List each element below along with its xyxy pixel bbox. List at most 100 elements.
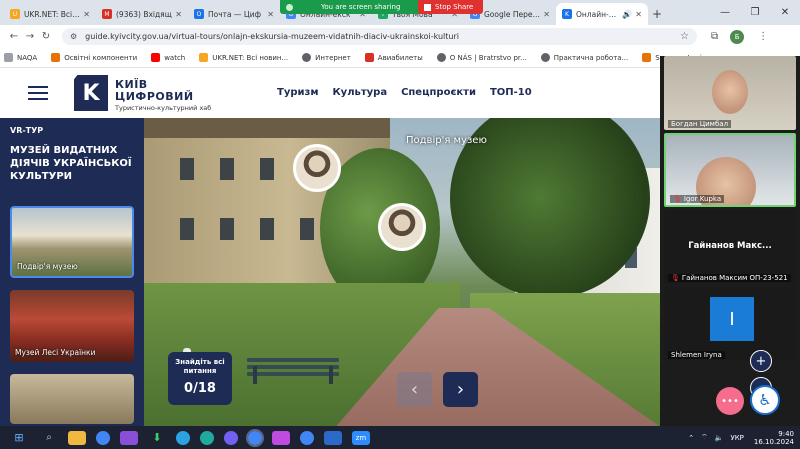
volume-icon[interactable]: 🔈 [715, 434, 724, 442]
prev-scene-button[interactable]: ‹ [397, 372, 432, 407]
scene-card-label: Подвір'я музею [17, 262, 78, 271]
download-icon[interactable]: ⬇ [148, 431, 166, 445]
search-icon[interactable]: ⌕ [40, 431, 58, 445]
network-icon[interactable]: ⌔ [701, 433, 708, 442]
close-window-icon[interactable]: ✕ [770, 0, 800, 25]
nav-item-top10[interactable]: ТОП-10 [490, 87, 532, 98]
zoom-app-icon[interactable]: zm [352, 430, 370, 445]
url-text: guide.kyivcity.gov.ua/virtual-tours/onla… [85, 32, 459, 41]
restore-icon[interactable]: ❐ [740, 0, 770, 25]
bookmark-item[interactable]: Освітні компоненти [51, 53, 137, 62]
forward-icon[interactable]: → [22, 31, 38, 42]
participant-tile[interactable]: Гайнанов Макс... 🎙 Гайнанов Максим ОП-23-… [664, 210, 796, 284]
main-nav: Туризм Культура Спецпроєкти ТОП-10 [277, 87, 546, 98]
tab-favicon: M [102, 9, 112, 19]
nav-item-special[interactable]: Спецпроєкти [401, 87, 476, 98]
vr-tour-tag: VR-ТУР [10, 126, 44, 135]
muted-mic-icon: 🎙 [671, 274, 680, 282]
language-indicator[interactable]: УКР [730, 434, 743, 442]
viber-icon[interactable] [224, 430, 238, 445]
quest-label: Знайдіть всі питання [175, 358, 225, 375]
browser-tab[interactable]: O Почта — Циф ✕ [188, 3, 280, 25]
chat-bubble-icon[interactable]: ••• [716, 387, 744, 415]
close-icon[interactable]: ✕ [175, 10, 182, 19]
minimize-icon[interactable]: — [710, 0, 740, 25]
scene-card-lesya-ukrainka[interactable]: Музей Лесі Українки [10, 290, 134, 362]
tab-label: (9363) Вхідящ [116, 9, 172, 19]
clock[interactable]: 9:40 16.10.2024 [754, 430, 794, 446]
word-icon[interactable] [324, 430, 342, 445]
bookmark-item[interactable]: Интернет [302, 53, 351, 62]
bookmark-item[interactable]: UKR.NET: Всі новин... [199, 53, 288, 62]
file-explorer-icon[interactable] [68, 430, 86, 445]
participant-name: Богдан Цимбал [668, 120, 732, 128]
windows-start-icon[interactable]: ⊞ [8, 431, 30, 444]
speaker-icon[interactable]: 🔊 [622, 10, 632, 19]
quest-counter[interactable]: Знайдіть всі питання 0/18 [168, 352, 232, 405]
portrait-hotspot[interactable] [378, 203, 426, 251]
tab-label: Почта — Циф [208, 9, 262, 19]
globe-icon [436, 53, 446, 62]
nav-item-culture[interactable]: Культура [333, 87, 388, 98]
bookmark-favicon [199, 53, 209, 62]
browser-tab[interactable]: U UKR.NET: Всі но ✕ [4, 3, 96, 25]
chrome-profile-icon[interactable] [246, 428, 264, 447]
bookmark-item[interactable]: Авиабилеты [364, 53, 423, 62]
profile-avatar[interactable]: Б [730, 29, 745, 44]
chrome-icon[interactable] [300, 430, 314, 445]
portrait-hotspot[interactable] [293, 144, 341, 192]
clock-date: 16.10.2024 [753, 437, 794, 446]
app-icon[interactable] [120, 430, 138, 445]
stop-share-button[interactable]: Stop Share [418, 0, 484, 14]
bookmark-item[interactable]: О NÁS | Bratrstvo pr... [436, 53, 527, 62]
telegram-icon[interactable] [176, 430, 190, 445]
tab-favicon: U [10, 9, 20, 19]
screen-share-banner: You are screen sharing [280, 0, 427, 14]
brand-tagline: Туристично-культурний хаб [115, 104, 212, 112]
hamburger-menu-icon[interactable] [28, 86, 48, 100]
close-icon[interactable]: ✕ [267, 10, 274, 19]
quest-count: 0/18 [184, 381, 216, 396]
zoom-in-button[interactable]: + [750, 350, 772, 372]
participant-name: 🎙 Igor Kupka [670, 195, 725, 203]
site-info-icon[interactable]: ⚙ [70, 32, 77, 41]
chevron-up-icon[interactable]: ⌃ [688, 434, 694, 442]
bookmark-item[interactable]: watch [151, 53, 185, 62]
participant-tile[interactable]: I Shlemen Iryna [664, 287, 796, 361]
scene-card-courtyard[interactable]: Подвір'я музею [10, 206, 134, 278]
brand-name-line2: ЦИФРОВИЙ [115, 90, 194, 103]
edge-icon[interactable] [200, 430, 214, 445]
scene-card[interactable] [10, 374, 134, 424]
participant-tile[interactable]: Богдан Цимбал [664, 56, 796, 130]
url-input[interactable]: ⚙ guide.kyivcity.gov.ua/virtual-tours/on… [62, 28, 697, 45]
menu-kebab-icon[interactable]: ⋮ [758, 31, 768, 42]
participant-tile-active-speaker[interactable]: 🎙 Igor Kupka [664, 133, 796, 207]
extensions-icon[interactable]: ⧉ [711, 31, 718, 42]
browser-tab-active[interactable]: K Онлайн-екс 🔊 ✕ [556, 3, 648, 25]
virtual-tour-viewer[interactable]: Подвір'я музею VR-ТУР МУЗЕЙ ВИДАТНИХ ДІЯ… [0, 118, 660, 426]
close-icon[interactable]: ✕ [635, 10, 642, 19]
chrome-icon[interactable] [96, 430, 110, 445]
site-logo[interactable]: K [74, 75, 108, 111]
accessibility-icon[interactable]: ♿ [750, 385, 780, 415]
participant-name: 🎙 Гайнанов Максим ОП-23-521 [668, 274, 791, 282]
muted-mic-icon: 🎙 [673, 195, 682, 203]
bookmark-star-icon[interactable]: ☆ [680, 31, 689, 42]
tab-favicon: O [194, 9, 204, 19]
new-tab-button[interactable]: + [648, 3, 666, 25]
bookmark-item[interactable]: NAQA [4, 53, 37, 62]
scopus-icon [642, 53, 652, 62]
bookmark-item[interactable]: Практична робота... [540, 53, 628, 62]
stop-icon [424, 3, 431, 11]
next-scene-button[interactable]: › [443, 372, 478, 407]
share-status-icon [286, 3, 293, 11]
close-icon[interactable]: ✕ [83, 10, 90, 19]
bench [247, 358, 339, 384]
app-icon[interactable] [272, 430, 290, 445]
nav-item-tourism[interactable]: Туризм [277, 87, 319, 98]
back-icon[interactable]: ← [6, 31, 22, 42]
reload-icon[interactable]: ↻ [38, 31, 54, 42]
participant-display-name: Гайнанов Макс... [688, 241, 772, 251]
close-icon[interactable]: ✕ [543, 10, 550, 19]
browser-tab[interactable]: M (9363) Вхідящ ✕ [96, 3, 188, 25]
